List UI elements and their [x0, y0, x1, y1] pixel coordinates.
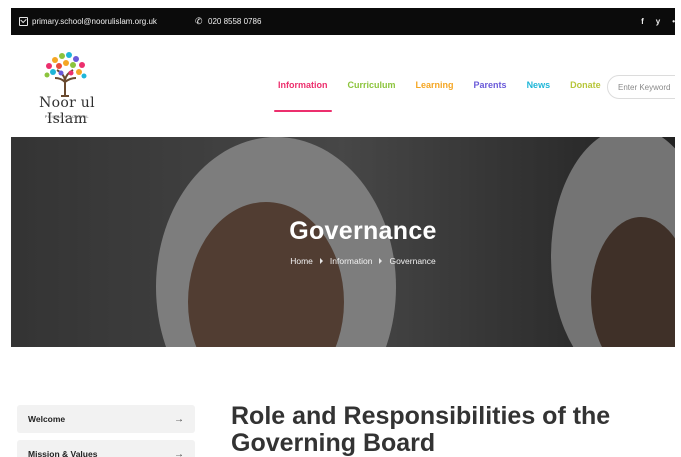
breadcrumb-current: Governance	[389, 256, 436, 266]
email-contact[interactable]: primary.school@noorulislam.org.uk	[19, 8, 157, 35]
phone-icon: ✆	[195, 16, 203, 26]
breadcrumb: Home Information Governance	[11, 256, 675, 266]
nav-item-curriculum[interactable]: Curriculum	[343, 73, 401, 97]
sidebar-item-label: Welcome	[28, 414, 66, 424]
nav-item-news[interactable]: News	[522, 73, 556, 97]
nav-label: News	[526, 80, 551, 90]
tree-logo-icon	[44, 52, 87, 97]
sidebar-item-welcome[interactable]: Welcome →	[17, 405, 195, 433]
search-placeholder: Enter Keyword	[618, 82, 671, 92]
nav-label: Parents	[473, 80, 507, 90]
twitter-icon[interactable]: y	[656, 17, 660, 26]
mail-icon	[19, 17, 28, 26]
arrow-right-icon: →	[174, 413, 184, 425]
nav-label: Learning	[415, 80, 454, 90]
logo-subtitle: PRIMARY SCHOOL	[44, 114, 90, 119]
nav-item-donate[interactable]: Donate	[565, 73, 606, 97]
nav-label: Information	[278, 80, 328, 90]
logo-name: Noor ul Islam	[39, 95, 95, 127]
breadcrumb-separator-icon	[379, 258, 383, 265]
email-text[interactable]: primary.school@noorulislam.org.uk	[32, 17, 157, 26]
sidebar-item-label: Mission & Values	[28, 449, 98, 457]
top-bar: primary.school@noorulislam.org.uk ✆ 020 …	[11, 8, 675, 35]
social-links: f y •	[641, 8, 675, 35]
nav-item-learning[interactable]: Learning	[411, 73, 459, 97]
breadcrumb-separator-icon	[319, 258, 323, 265]
phone-text[interactable]: 020 8558 0786	[208, 17, 261, 26]
breadcrumb-information[interactable]: Information	[330, 256, 373, 266]
school-logo[interactable]: Noor ul Islam PRIMARY SCHOOL	[17, 50, 117, 128]
nav-label: Curriculum	[347, 80, 396, 90]
page-title: Governance	[289, 217, 437, 245]
arrow-right-icon: →	[174, 448, 184, 457]
nav-item-parents[interactable]: Parents	[469, 73, 512, 97]
breadcrumb-home[interactable]: Home	[290, 256, 313, 266]
site-header: Noor ul Islam PRIMARY SCHOOL Information…	[11, 35, 675, 137]
search-input[interactable]: Enter Keyword	[607, 75, 675, 99]
page: primary.school@noorulislam.org.uk ✆ 020 …	[11, 8, 675, 457]
nav-item-information[interactable]: Information	[273, 73, 333, 112]
main-nav: Information Curriculum Learning Parents …	[273, 73, 616, 112]
hero-banner: Governance Home Information Governance	[11, 137, 675, 347]
facebook-icon[interactable]: f	[641, 17, 644, 26]
sidebar-menu: Welcome → Mission & Values →	[17, 405, 195, 457]
sidebar-item-mission-values[interactable]: Mission & Values →	[17, 440, 195, 457]
nav-label: Donate	[570, 80, 601, 90]
phone-contact[interactable]: ✆ 020 8558 0786	[195, 8, 261, 35]
more-social-icon[interactable]: •	[672, 17, 675, 26]
section-title: Role and Responsibilities of the Governi…	[231, 402, 611, 457]
